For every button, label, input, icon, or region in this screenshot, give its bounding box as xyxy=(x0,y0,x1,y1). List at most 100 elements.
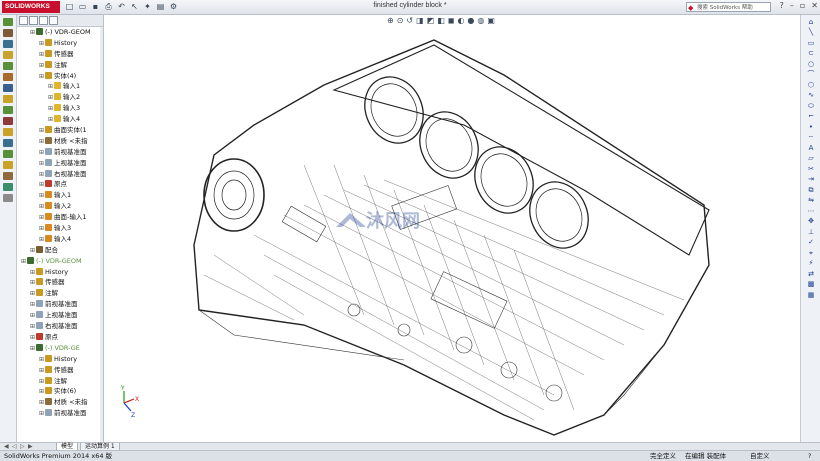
sketch-icon[interactable] xyxy=(3,18,13,26)
close-icon[interactable]: ✕ xyxy=(811,1,818,10)
tree-item[interactable]: ⊞ 传感器 xyxy=(17,49,103,60)
mirror-icon[interactable] xyxy=(3,150,13,158)
tree-item[interactable]: ⊞ 上视基准面 xyxy=(17,158,103,169)
polygon-tool-icon[interactable]: ⬡ xyxy=(807,81,815,89)
tree-item[interactable]: ⊞ 传感器 xyxy=(17,365,103,376)
relations-icon[interactable]: ⊥ xyxy=(807,228,815,236)
tree-item[interactable]: ⊞ 传感器 xyxy=(17,277,103,288)
help-search-input[interactable]: ◆ 搜索 SolidWorks 帮助 xyxy=(686,2,771,12)
property-manager-tab-icon[interactable] xyxy=(29,16,38,25)
shell-icon[interactable] xyxy=(3,183,13,191)
tree-item[interactable]: ⊞ 输入3 xyxy=(17,223,103,234)
plane-tool-icon[interactable]: ▱ xyxy=(807,155,815,162)
tree-item[interactable]: ⊞ 输入2 xyxy=(17,92,103,103)
rectangle-tool-icon[interactable]: ▭ xyxy=(807,39,815,47)
cylinder-block-model[interactable]: 沐风网 Y X Z xyxy=(104,15,799,442)
fillet-icon[interactable] xyxy=(3,128,13,136)
move-tool-icon[interactable]: ✥ xyxy=(807,218,815,225)
tree-item[interactable]: ⊞ 输入4 xyxy=(17,234,103,245)
trim-tool-icon[interactable]: ✂ xyxy=(807,165,815,173)
mirror-tool-icon[interactable]: ⇋ xyxy=(807,197,815,204)
spline-tool-icon[interactable]: ∿ xyxy=(807,92,815,99)
tree-item[interactable]: ⊞ 曲面-输入1 xyxy=(17,212,103,223)
tree-item[interactable]: ⊞ 前视基准面 xyxy=(17,408,103,419)
circle-tool-icon[interactable]: ○ xyxy=(807,60,815,68)
tree-item[interactable]: ⊞ (-) VDR-GEOM xyxy=(17,256,103,267)
tree-item[interactable]: ⊞ History xyxy=(17,38,103,49)
arc-icon[interactable] xyxy=(3,73,13,81)
repair-sketch-icon[interactable]: ✓ xyxy=(807,239,815,246)
graphics-area[interactable]: 沐风网 Y X Z xyxy=(104,15,799,442)
tree-item[interactable]: ⊞ 曲面实体(1 xyxy=(17,125,103,136)
zoom-to-fit-icon[interactable]: ⊕ xyxy=(387,16,394,25)
tree-item[interactable]: ⊞ 前视基准面 xyxy=(17,299,103,310)
hide-show-icon[interactable]: ◐ xyxy=(457,16,464,25)
tree-item[interactable]: ⊞ 材质 <未指 xyxy=(17,397,103,408)
slot-tool-icon[interactable]: ⊂ xyxy=(807,50,815,57)
previous-view-icon[interactable]: ↺ xyxy=(406,16,413,25)
tree-item[interactable]: ⊞ History xyxy=(17,354,103,365)
tree-item[interactable]: ⊞ 原点 xyxy=(17,179,103,190)
linear-pattern-icon[interactable]: ⋯ xyxy=(807,207,815,215)
minimize-icon[interactable]: – xyxy=(790,1,794,10)
trim-icon[interactable] xyxy=(3,95,13,103)
tree-item[interactable]: ⊞ 输入1 xyxy=(17,81,103,92)
text-tool-icon[interactable]: A xyxy=(807,144,815,152)
tree-item[interactable]: ⊞ 右视基准面 xyxy=(17,321,103,332)
tree-item[interactable]: ⊞ 实体(4) xyxy=(17,71,103,82)
spline-icon[interactable] xyxy=(3,84,13,92)
tree-item[interactable]: ⊞ 上视基准面 xyxy=(17,310,103,321)
revolve-icon[interactable] xyxy=(3,117,13,125)
display-style-icon[interactable]: ◼ xyxy=(448,16,455,25)
tree-item[interactable]: ⊞ 注解 xyxy=(17,288,103,299)
tree-item[interactable]: ⊞ 输入1 xyxy=(17,190,103,201)
smart-dimension-icon[interactable] xyxy=(3,29,13,37)
view-settings-icon[interactable]: ▣ xyxy=(487,16,495,25)
tree-item[interactable]: ⊞ 输入3 xyxy=(17,103,103,114)
help-icon[interactable]: ? xyxy=(780,1,784,10)
tree-item[interactable]: ⊞ 注解 xyxy=(17,376,103,387)
centerline-tool-icon[interactable]: ┄ xyxy=(807,134,815,141)
next-tab-icon[interactable]: ▷ xyxy=(20,443,25,450)
extrude-icon[interactable] xyxy=(3,106,13,114)
tree-item[interactable]: ⊞ 前视基准面 xyxy=(17,147,103,158)
hole-icon[interactable] xyxy=(3,172,13,180)
tree-item[interactable]: ⊞ (-) VDR-GEOM xyxy=(17,27,103,38)
point-tool-icon[interactable]: • xyxy=(807,123,815,131)
restore-icon[interactable]: ▫ xyxy=(800,1,805,10)
tree-item[interactable]: ⊞ 配合 xyxy=(17,245,103,256)
shaded-sketch-icon[interactable]: ▩ xyxy=(807,281,815,288)
chamfer-icon[interactable] xyxy=(3,139,13,147)
fillet-tool-icon[interactable]: ⌐ xyxy=(807,113,815,120)
circle-icon[interactable] xyxy=(3,62,13,70)
tree-item[interactable]: ⊞ 输入4 xyxy=(17,114,103,125)
dynamic-annotation-icon[interactable]: ◩ xyxy=(427,16,435,25)
scene-icon[interactable]: ◍ xyxy=(477,16,484,25)
quick-snaps-icon[interactable]: ⌖ xyxy=(807,249,815,257)
line-icon[interactable] xyxy=(3,40,13,48)
arc-tool-icon[interactable]: ⌒ xyxy=(807,71,815,78)
tree-item[interactable]: ⊞ 输入2 xyxy=(17,201,103,212)
tree-item[interactable]: ⊞ 材质 <未指 xyxy=(17,136,103,147)
configuration-manager-tab-icon[interactable] xyxy=(39,16,48,25)
tree-item[interactable]: ⊞ (-) VDR-GE xyxy=(17,343,103,354)
view-orientation-icon[interactable]: ◧ xyxy=(437,16,445,25)
tree-item[interactable]: ⊞ History xyxy=(17,267,103,278)
instant2d-icon[interactable]: ⇄ xyxy=(807,270,815,278)
tree-scrollbar[interactable] xyxy=(100,27,103,442)
tree-item[interactable]: ⊞ 实体(6) xyxy=(17,386,103,397)
design-library-icon[interactable]: ▦ xyxy=(807,291,815,299)
ellipse-tool-icon[interactable]: ⬭ xyxy=(807,102,815,110)
line-tool-icon[interactable]: ╲ xyxy=(807,29,815,36)
first-tab-icon[interactable]: ◀ xyxy=(4,443,9,450)
last-tab-icon[interactable]: ▶ xyxy=(28,443,33,450)
tree-item[interactable]: ⊞ 注解 xyxy=(17,60,103,71)
rectangle-icon[interactable] xyxy=(3,51,13,59)
tree-item[interactable]: ⊞ 右视基准面 xyxy=(17,169,103,180)
reference-icon[interactable] xyxy=(3,194,13,202)
appearance-icon[interactable]: ● xyxy=(467,16,474,25)
prev-tab-icon[interactable]: ◁ xyxy=(12,443,17,450)
section-view-icon[interactable]: ◨ xyxy=(416,16,424,25)
rapid-sketch-icon[interactable]: ⚡ xyxy=(807,260,815,267)
tree-item[interactable]: ⊞ 原点 xyxy=(17,332,103,343)
